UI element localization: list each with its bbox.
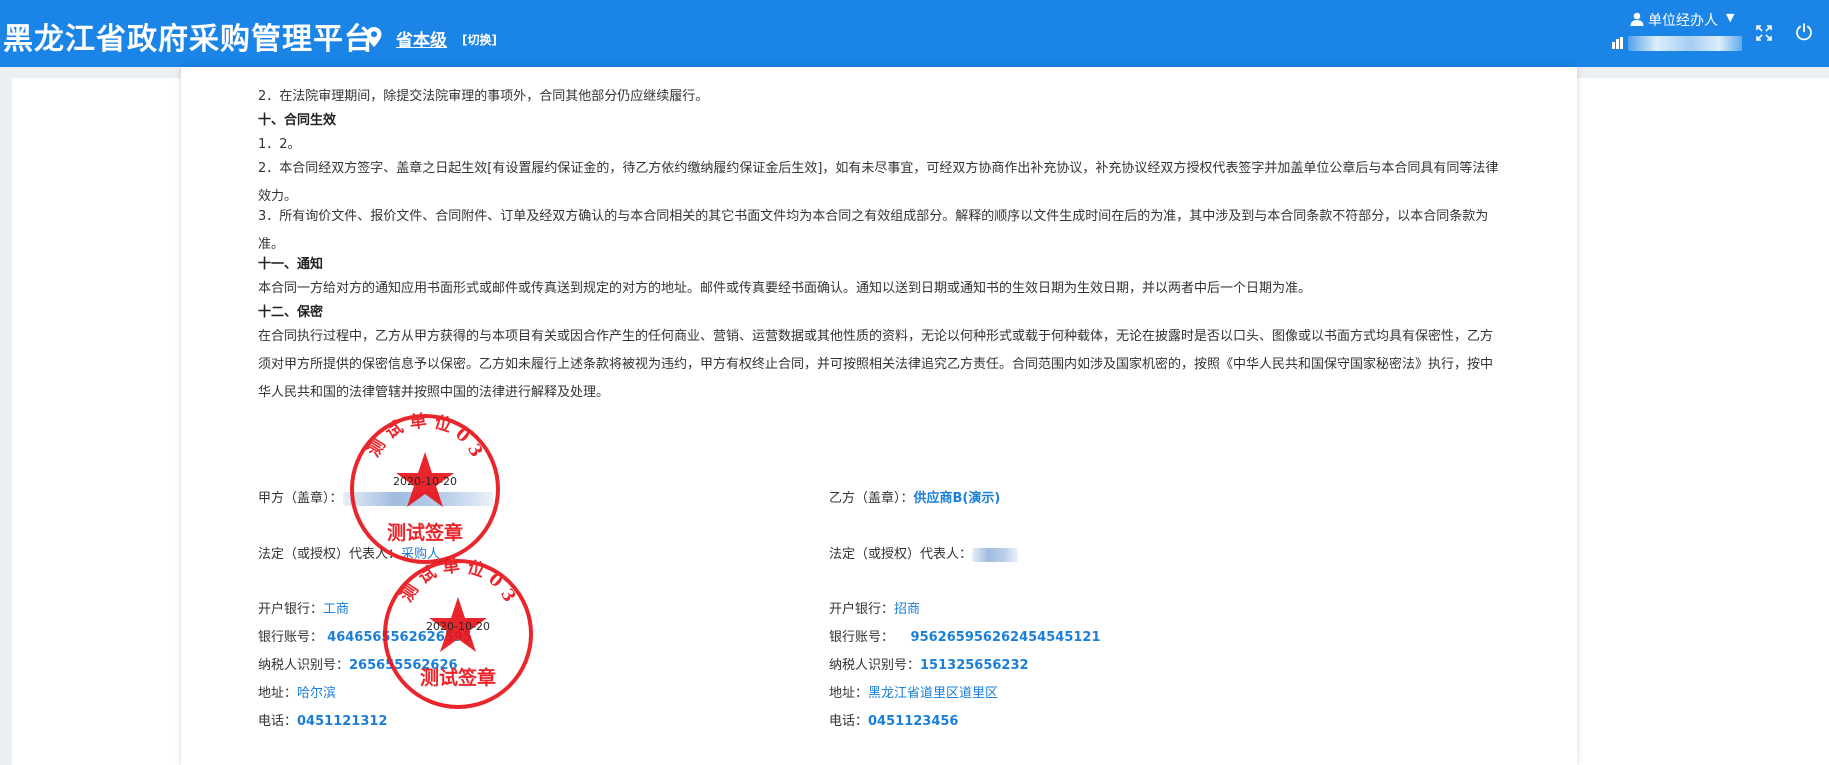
party-b-phone-value: 0451123456 [868,714,959,729]
party-a-addr-label: 地址： [258,686,298,701]
party-b-addr-label: 地址： [829,686,869,701]
region-selector[interactable]: 省本级 [396,26,447,51]
party-b-phone-label: 电话： [829,714,869,729]
user-icon [1630,12,1644,26]
party-b-account-row: 银行账号： 956265956262454545121 [829,626,1101,645]
fullscreen-icon[interactable] [1756,25,1772,41]
seal-date: 2020-10-20 [393,475,457,488]
right-panel [1577,78,1829,765]
party-a-addr-row: 地址：哈尔滨 [258,682,336,701]
location-pin-icon [366,27,382,47]
party-b-phone-row: 电话：0451123456 [829,710,958,729]
party-a-phone-row: 电话：0451121312 [258,710,387,729]
party-a-account-label: 银行账号： [258,630,324,645]
left-panel [12,78,181,765]
party-b-seal-value: 供应商B(演示) [913,491,1001,506]
party-b-account-value: 956265956262454545121 [910,630,1101,645]
party-b-seal-row: 乙方（盖章）：供应商B(演示) [829,487,1000,506]
party-b-rep-row: 法定（或授权）代表人： [829,543,1019,562]
party-b-tax-label: 纳税人识别号： [829,658,921,673]
power-icon[interactable] [1795,23,1813,41]
app-title: 黑龙江省政府采购管理平台 [3,22,375,57]
party-b-rep-masked [972,547,1019,562]
party-b-tax-value: 151325656232 [920,658,1029,673]
seal-date: 2020-10-20 [426,620,490,633]
party-b-bank-row: 开户银行：招商 [829,598,920,617]
company-seal-stamp: 测 试 单 位 0 3 2020-10-20 测试签章 [350,411,500,564]
party-a-tax-label: 纳税人识别号： [258,658,350,673]
party-b-account-label: 银行账号： [829,630,895,645]
switch-region-link[interactable]: [切换] [462,31,497,48]
party-a-bank-label: 开户银行： [258,602,324,617]
org-icon [1612,37,1623,49]
chevron-down-icon[interactable]: ▼ [1726,11,1734,24]
user-role-menu[interactable]: 单位经办人 [1648,10,1718,30]
party-a-addr-value: 哈尔滨 [297,686,337,701]
party-a-phone-label: 电话： [258,714,298,729]
party-b-seal-label: 乙方（盖章）： [829,491,914,506]
party-b-addr-value: 黑龙江省道里区道里区 [868,686,999,701]
org-name-masked [1628,36,1742,51]
party-a-phone-value: 0451121312 [297,714,388,729]
party-a-bank-value: 工商 [323,602,350,617]
finance-seal-stamp: 测 试 单 位 0 3 2020-10-20 测试签章 [383,556,533,709]
seal-bottom-text: 测试签章 [420,666,496,689]
party-a-seal-label: 甲方（盖章）： [258,491,343,506]
top-header: 黑龙江省政府采购管理平台 省本级 [切换] 单位经办人 ▼ [0,0,1829,67]
clause-paragraph: 在合同执行过程中，乙方从甲方获得的与本项目有关或因合作产生的任何商业、营销、运营… [258,329,1494,400]
party-b-bank-label: 开户银行： [829,602,895,617]
party-b-bank-value: 招商 [894,602,921,617]
contract-document: 2．在法院审理期间，除提交法院审理的事项外，合同其他部分仍应继续履行。 十、合同… [181,67,1577,765]
party-b-addr-row: 地址：黑龙江省道里区道里区 [829,682,998,701]
party-b-tax-row: 纳税人识别号：151325656232 [829,654,1029,673]
party-a-bank-row: 开户银行：工商 [258,598,349,617]
seal-bottom-text: 测试签章 [387,521,463,544]
party-b-rep-label: 法定（或授权）代表人： [829,547,973,562]
